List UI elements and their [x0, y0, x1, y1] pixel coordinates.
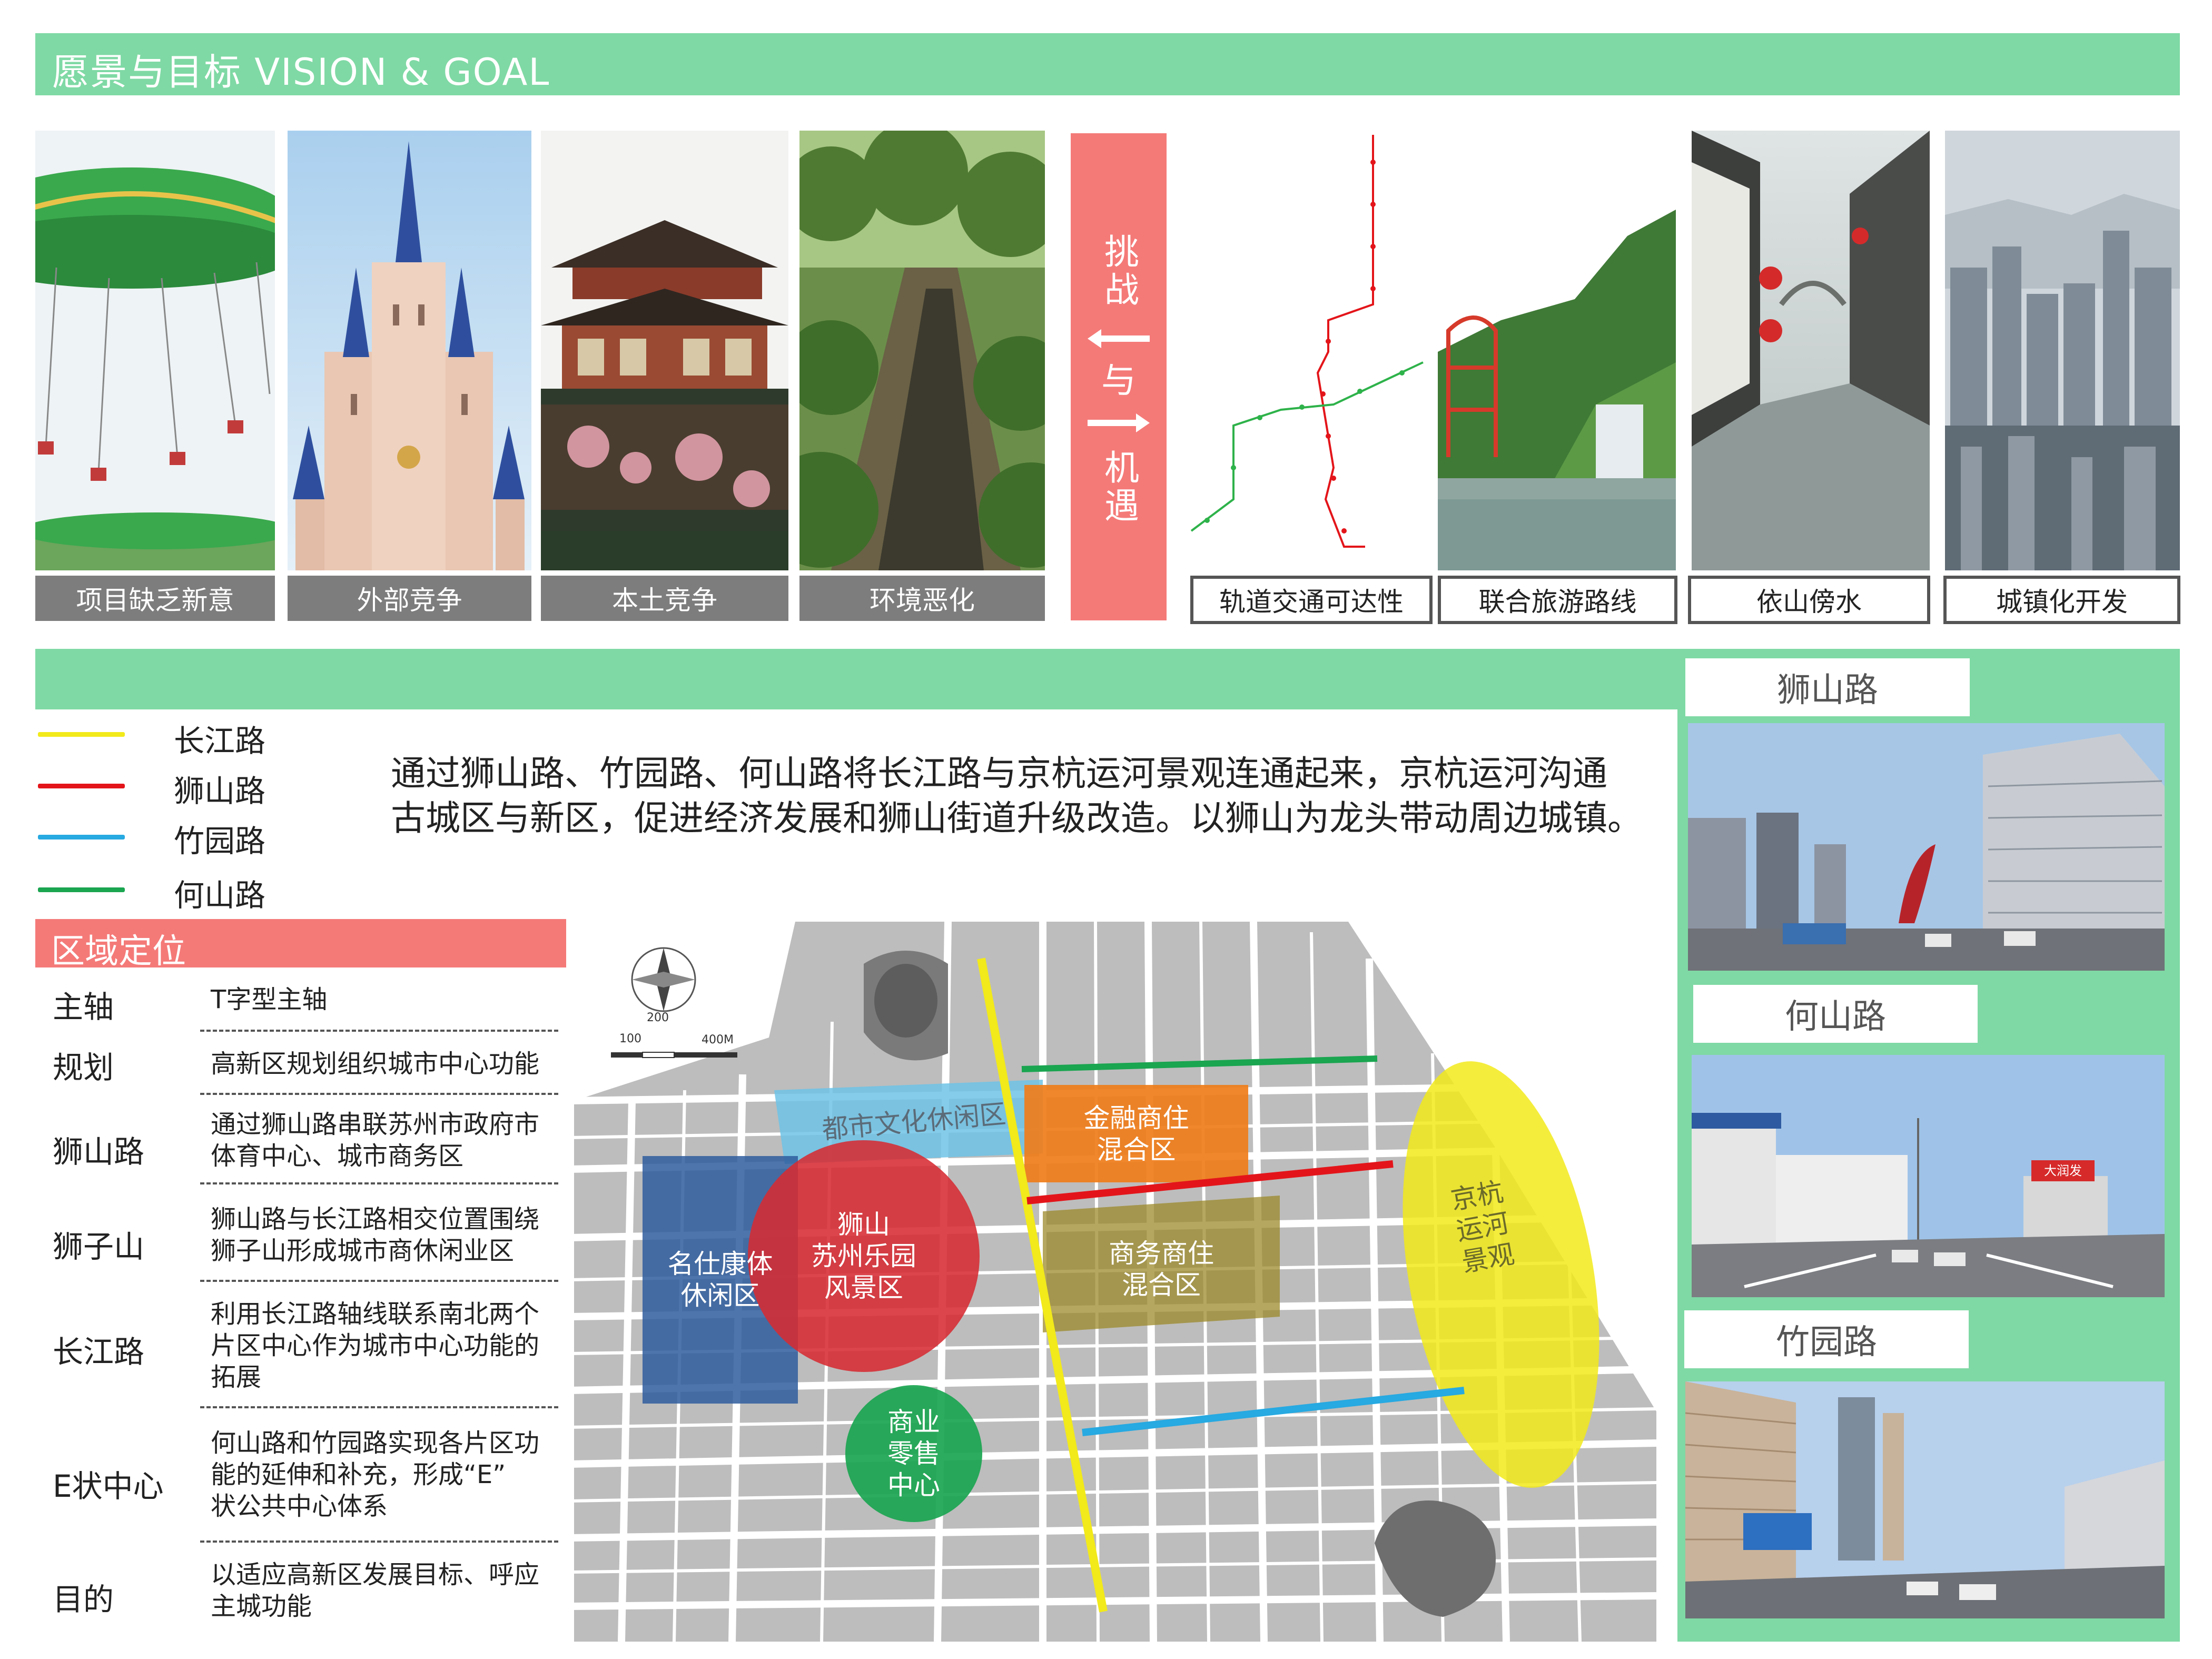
- positioning-text-6-2: 状公共中心体系: [211, 1492, 388, 1521]
- positioning-label-1: 主轴: [53, 989, 114, 1025]
- row-divider: [200, 1030, 558, 1032]
- positioning-text-5-0: 利用长江路轴线联系南北两个: [211, 1299, 540, 1329]
- road-photo-heshan: 大润发: [1692, 1055, 2165, 1297]
- row-divider: [200, 1093, 558, 1095]
- opportunity-photo-water-town: [1692, 131, 1930, 570]
- zone-business-line-2: 混合区: [1122, 1270, 1201, 1300]
- store-sign-text: 大润发: [2044, 1163, 2082, 1178]
- positioning-title-bar: 区域定位: [35, 919, 566, 971]
- positioning-text-5-2: 拓展: [211, 1362, 262, 1392]
- positioning-text-1-0: T字型主轴: [211, 985, 328, 1014]
- legend-line-zhuyuan: [38, 835, 125, 840]
- legend-line-shishan: [38, 784, 125, 788]
- positioning-label-6: E状中心: [53, 1468, 164, 1504]
- positioning-text-3-1: 体育中心、城市商务区: [211, 1141, 464, 1171]
- positioning-label-4: 狮子山: [53, 1229, 145, 1265]
- zone-shishan-label: 狮山 苏州乐园 风景区: [748, 1140, 980, 1372]
- legend-label-shishan: 狮山路: [174, 773, 266, 809]
- challenge-photo-pavilion: [541, 131, 788, 570]
- zone-shishan-line-2: 苏州乐园: [811, 1241, 916, 1271]
- arrow-left-icon: [1088, 328, 1150, 349]
- positioning-text-7-0: 以适应高新区发展目标、呼应: [211, 1560, 540, 1589]
- zone-finance-line-1: 金融商住: [1083, 1102, 1189, 1133]
- opportunity-caption-2: 联合旅游路线: [1438, 576, 1677, 624]
- road-photo-zhuyuan: [1685, 1381, 2165, 1618]
- challenge-caption-3: 本土竞争: [541, 576, 788, 621]
- positioning-text-7-1: 主城功能: [211, 1592, 312, 1621]
- scale-label-3: 400M: [702, 1033, 734, 1046]
- challenge-photo-stream: [799, 131, 1045, 570]
- zone-shishan-line-3: 风景区: [824, 1272, 903, 1303]
- header-bar: 愿景与目标 VISION & GOAL: [35, 33, 2180, 95]
- positioning-text-4-0: 狮山路与长江路相交位置围绕: [211, 1204, 540, 1234]
- challenge-photo-swing-ride: [35, 131, 275, 570]
- row-divider: [200, 1280, 558, 1282]
- positioning-text-3-0: 通过狮山路串联苏州市政府市: [211, 1110, 540, 1139]
- zone-retail-line-3: 中心: [887, 1470, 940, 1500]
- positioning-label-5: 长江路: [53, 1334, 145, 1370]
- positioning-label-7: 目的: [53, 1582, 114, 1617]
- zone-retail-label: 商业 零售 中心: [845, 1385, 982, 1522]
- zone-retail-line-2: 零售: [887, 1438, 940, 1469]
- road-label-zhuyuan: 竹园路: [1684, 1310, 1969, 1368]
- positioning-text-4-1: 狮子山形成城市商休闲业区: [211, 1236, 515, 1266]
- scale-label-1: 100: [619, 1032, 641, 1045]
- challenge-photo-castle: [288, 131, 531, 570]
- legend-line-heshan: [38, 887, 125, 892]
- page-title: 愿景与目标 VISION & GOAL: [52, 51, 550, 94]
- road-label-heshan: 何山路: [1693, 985, 1978, 1043]
- positioning-label-3: 狮山路: [53, 1134, 145, 1170]
- positioning-text-6-1: 能的延伸和补充，形成“E”: [211, 1460, 506, 1489]
- zone-business-line-1: 商务商住: [1109, 1238, 1214, 1269]
- challenge-opportunity-banner: 挑战 与 机遇: [1071, 133, 1167, 620]
- arrow-right-icon: [1088, 412, 1150, 433]
- opportunity-photo-rail-map: [1186, 131, 1429, 570]
- zone-business-mixed-label: 商务商住 混合区: [1043, 1211, 1280, 1327]
- row-divider: [200, 1540, 558, 1543]
- challenge-caption-2: 外部竞争: [288, 576, 531, 621]
- description-line-2: 古城区与新区，促进经济发展和狮山街道升级改造。以狮山为龙头带动周边城镇。: [391, 798, 1642, 838]
- banner-text-and: 与: [1101, 360, 1136, 401]
- positioning-text-6-0: 何山路和竹园路实现各片区功: [211, 1428, 540, 1458]
- zone-finance-mixed-label: 金融商住 混合区: [1024, 1085, 1248, 1182]
- opportunity-caption-1: 轨道交通可达性: [1190, 576, 1433, 624]
- scale-label-2: 200: [647, 1011, 669, 1024]
- legend-label-heshan: 何山路: [174, 877, 266, 913]
- opportunity-caption-4: 城镇化开发: [1943, 576, 2180, 624]
- legend-line-changjiang: [38, 732, 125, 737]
- positioning-label-2: 规划: [53, 1050, 114, 1085]
- positioning-text-5-1: 片区中心作为城市中心功能的: [211, 1331, 540, 1360]
- road-label-shishan: 狮山路: [1685, 658, 1970, 716]
- banner-text-opportunity: 机遇: [1099, 449, 1139, 525]
- challenge-caption-1: 项目缺乏新意: [35, 576, 275, 621]
- zone-finance-line-2: 混合区: [1097, 1134, 1176, 1165]
- positioning-title: 区域定位: [51, 932, 186, 971]
- opportunity-caption-3: 依山傍水: [1688, 576, 1930, 624]
- zone-shishan-line-1: 狮山: [837, 1209, 890, 1240]
- positioning-text-2-0: 高新区规划组织城市中心功能: [211, 1049, 540, 1079]
- opportunity-photo-tourism: [1438, 131, 1676, 570]
- legend-label-zhuyuan: 竹园路: [174, 823, 266, 859]
- opportunity-photo-skyline: [1945, 131, 2180, 570]
- row-divider: [200, 1406, 558, 1408]
- legend-label-changjiang: 长江路: [174, 723, 266, 759]
- zone-retail-line-1: 商业: [887, 1407, 940, 1437]
- banner-text-challenge: 挑战: [1099, 233, 1139, 309]
- master-plan-map: 100 200 400M 都市文化休闲区 金融商住 混合区 商务商住 混合区 名仕康…: [568, 916, 1657, 1642]
- road-photo-shishan: [1688, 723, 2165, 971]
- challenge-caption-4: 环境恶化: [799, 576, 1045, 621]
- description-line-1: 通过狮山路、竹园路、何山路将长江路与京杭运河景观连通起来，京杭运河沟通: [391, 753, 1607, 794]
- row-divider: [200, 1182, 558, 1184]
